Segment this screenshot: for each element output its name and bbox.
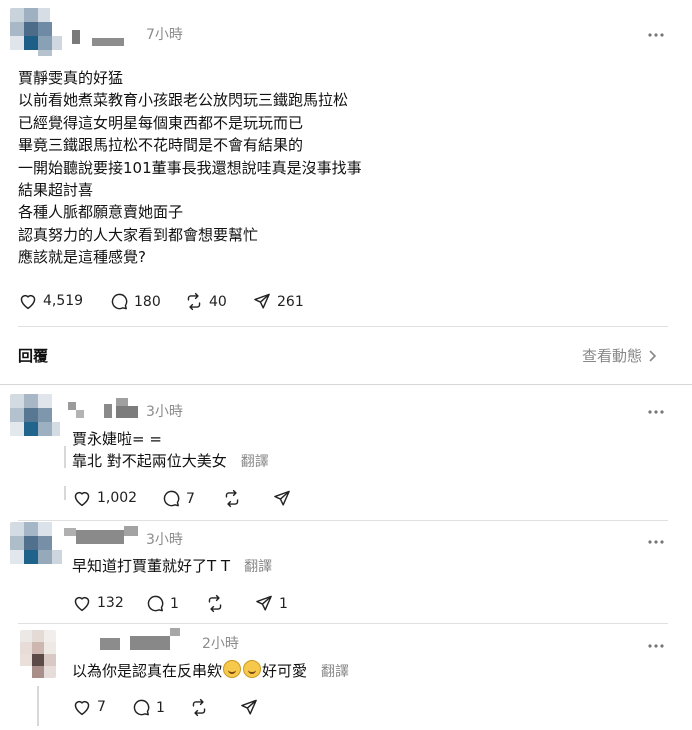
like-button[interactable]: 7 bbox=[72, 698, 106, 716]
replies-tab[interactable]: 回覆 bbox=[18, 345, 48, 366]
heart-icon bbox=[74, 596, 90, 612]
share-count: 261 bbox=[277, 293, 304, 310]
reply-text-line: 早知道打賈董就好了T T 翻譯 bbox=[72, 555, 272, 576]
repost-icon bbox=[187, 292, 201, 311]
like-count: 4,519 bbox=[43, 293, 84, 309]
post-line: 以前看她煮菜教育小孩跟老公放閃玩三鐵跑馬拉松 bbox=[18, 91, 349, 110]
heart-icon bbox=[20, 294, 36, 310]
comment-count: 1 bbox=[156, 699, 165, 716]
view-activity-label: 查看動態 bbox=[582, 347, 643, 365]
post-time: 7小時 bbox=[146, 27, 183, 43]
reply-text-line: 以為你是認真在反串欸 好可愛 翻譯 bbox=[72, 660, 349, 681]
like-count: 1,002 bbox=[97, 490, 138, 506]
comment-bubble-icon bbox=[111, 293, 128, 310]
comment-button[interactable]: 1 bbox=[132, 698, 165, 717]
post-line: 畢竟三鐵跟馬拉松不花時間是不會有結果的 bbox=[18, 136, 304, 155]
translate-link[interactable]: 翻譯 bbox=[321, 664, 349, 680]
heart-icon bbox=[74, 700, 90, 716]
share-button[interactable]: 1 bbox=[254, 594, 288, 613]
share-count: 1 bbox=[279, 595, 288, 612]
reply-text: 早知道打賈董就好了T T bbox=[72, 557, 231, 575]
repost-icon bbox=[192, 698, 206, 717]
comment-bubble-icon bbox=[163, 490, 180, 507]
rolling-laughing-emoji bbox=[223, 660, 242, 678]
comment-bubble-icon bbox=[147, 595, 164, 612]
post-line: 認真努力的人大家看到都會想要幫忙 bbox=[18, 225, 259, 244]
more-icon[interactable] bbox=[648, 403, 664, 419]
repost-button[interactable]: 40 bbox=[184, 292, 227, 311]
repost-button[interactable] bbox=[205, 594, 230, 613]
chevron-right-icon bbox=[649, 349, 657, 362]
comment-count: 1 bbox=[170, 595, 179, 612]
comment-button[interactable]: 1 bbox=[146, 594, 179, 613]
divider bbox=[18, 520, 668, 521]
like-button[interactable]: 4,519 bbox=[18, 292, 83, 310]
post-line: 已經覺得這女明星每個東西都不是玩玩而已 bbox=[18, 113, 304, 132]
divider bbox=[18, 623, 668, 624]
comment-button[interactable]: 7 bbox=[162, 489, 195, 508]
share-icon bbox=[274, 490, 290, 506]
reply-time: 2小時 bbox=[202, 636, 239, 652]
share-button[interactable] bbox=[272, 489, 297, 508]
avatar[interactable] bbox=[10, 394, 60, 442]
more-icon[interactable] bbox=[648, 26, 664, 42]
share-icon bbox=[241, 699, 257, 715]
share-button[interactable]: 261 bbox=[252, 292, 304, 311]
comment-button[interactable]: 180 bbox=[110, 292, 161, 311]
like-button[interactable]: 1,002 bbox=[72, 489, 137, 507]
heart-icon bbox=[74, 491, 90, 507]
comment-count: 7 bbox=[186, 490, 195, 507]
view-activity-link[interactable]: 查看動態 bbox=[582, 345, 658, 366]
reply-text: 以為你是認真在反串欸 bbox=[72, 662, 223, 680]
comment-bubble-icon bbox=[133, 699, 150, 716]
reply-text: 靠北 對不起兩位大美女 bbox=[72, 452, 227, 470]
divider bbox=[18, 326, 668, 327]
avatar[interactable] bbox=[10, 8, 62, 56]
translate-link[interactable]: 翻譯 bbox=[244, 559, 272, 575]
repost-button[interactable] bbox=[222, 489, 247, 508]
post-line: 結果超討喜 bbox=[18, 181, 94, 200]
more-icon[interactable] bbox=[648, 637, 664, 653]
post-body: 賈靜雯真的好猛 以前看她煮菜教育小孩跟老公放閃玩三鐵跑馬拉松 已經覺得這女明星每… bbox=[18, 67, 362, 269]
share-button[interactable] bbox=[239, 698, 264, 717]
repost-icon bbox=[225, 489, 239, 508]
repost-button[interactable] bbox=[189, 698, 214, 717]
like-count: 132 bbox=[97, 595, 124, 611]
like-button[interactable]: 132 bbox=[72, 594, 124, 612]
thread-line bbox=[64, 446, 66, 468]
reply-time: 3小時 bbox=[146, 532, 183, 548]
post-line: 各種人脈都願意賣她面子 bbox=[18, 203, 184, 222]
reply-text-tail: 好可愛 bbox=[262, 662, 308, 680]
reply-text-line2: 靠北 對不起兩位大美女 翻譯 bbox=[72, 450, 269, 471]
rolling-laughing-emoji bbox=[243, 660, 262, 678]
translate-link[interactable]: 翻譯 bbox=[241, 454, 269, 470]
more-icon[interactable] bbox=[648, 533, 664, 549]
comment-count: 180 bbox=[134, 293, 161, 310]
post-line: 賈靜雯真的好猛 bbox=[18, 69, 124, 87]
share-icon bbox=[256, 595, 272, 611]
divider bbox=[0, 384, 692, 385]
share-icon bbox=[254, 293, 270, 309]
reply-text: 賈永婕啦= = bbox=[72, 430, 162, 448]
like-count: 7 bbox=[97, 699, 106, 715]
repost-count: 40 bbox=[209, 293, 227, 310]
post-line: 一開始聽說要接101董事長我還想說哇真是沒事找事 bbox=[18, 158, 362, 177]
thread-line bbox=[37, 686, 39, 726]
repost-icon bbox=[208, 594, 222, 613]
post-line: 應該就是這種感覺? bbox=[18, 248, 146, 267]
avatar[interactable] bbox=[10, 522, 62, 570]
avatar[interactable] bbox=[20, 630, 56, 678]
reply-time: 3小時 bbox=[146, 404, 183, 420]
thread-line bbox=[64, 486, 66, 500]
